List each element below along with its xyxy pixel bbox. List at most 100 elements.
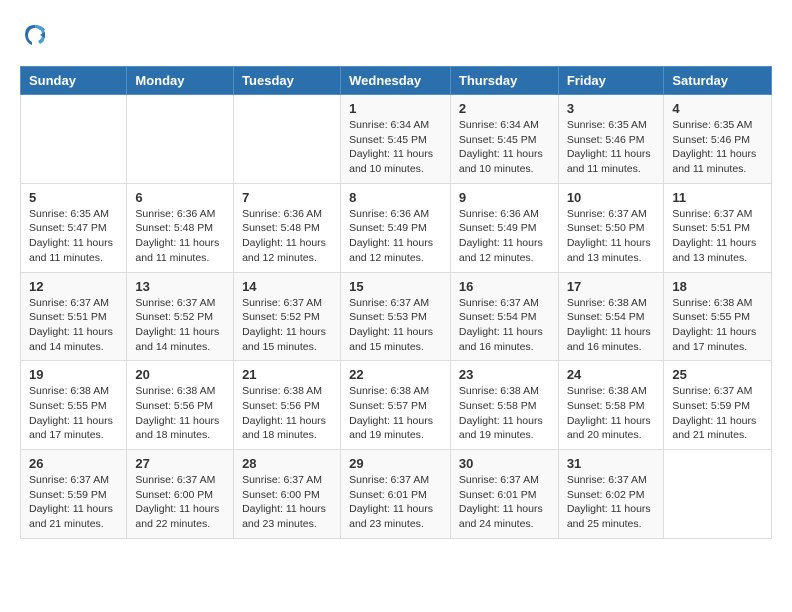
day-number: 27 bbox=[135, 456, 225, 471]
day-number: 14 bbox=[242, 279, 332, 294]
day-number: 13 bbox=[135, 279, 225, 294]
calendar-cell: 20 Sunrise: 6:38 AM Sunset: 5:56 PM Dayli… bbox=[127, 361, 234, 450]
day-number: 6 bbox=[135, 190, 225, 205]
calendar-cell: 4 Sunrise: 6:35 AM Sunset: 5:46 PM Daylig… bbox=[664, 95, 772, 184]
day-number: 28 bbox=[242, 456, 332, 471]
day-number: 10 bbox=[567, 190, 656, 205]
calendar-cell: 25 Sunrise: 6:37 AM Sunset: 5:59 PM Dayli… bbox=[664, 361, 772, 450]
calendar-cell: 1 Sunrise: 6:34 AM Sunset: 5:45 PM Daylig… bbox=[341, 95, 451, 184]
calendar-cell: 12 Sunrise: 6:37 AM Sunset: 5:51 PM Dayli… bbox=[21, 272, 127, 361]
calendar-cell: 24 Sunrise: 6:38 AM Sunset: 5:58 PM Dayli… bbox=[558, 361, 664, 450]
weekday-header-thursday: Thursday bbox=[450, 67, 558, 95]
calendar-cell: 30Sunrise: 6:37 AM Sunset: 6:01 PM Dayli… bbox=[450, 450, 558, 539]
weekday-header-tuesday: Tuesday bbox=[234, 67, 341, 95]
day-number: 4 bbox=[672, 101, 763, 116]
day-number: 30 bbox=[459, 456, 550, 471]
day-number: 2 bbox=[459, 101, 550, 116]
calendar-cell: 18Sunrise: 6:38 AM Sunset: 5:55 PM Dayli… bbox=[664, 272, 772, 361]
calendar-cell: 22 Sunrise: 6:38 AM Sunset: 5:57 PM Dayli… bbox=[341, 361, 451, 450]
day-number: 8 bbox=[349, 190, 442, 205]
logo-icon bbox=[20, 20, 50, 50]
day-info: Sunrise: 6:35 AM Sunset: 5:46 PM Dayligh… bbox=[567, 118, 656, 177]
logo bbox=[20, 20, 54, 50]
calendar-cell: 6 Sunrise: 6:36 AM Sunset: 5:48 PM Daylig… bbox=[127, 183, 234, 272]
day-info: Sunrise: 6:38 AM Sunset: 5:54 PM Dayligh… bbox=[567, 296, 656, 355]
day-number: 16 bbox=[459, 279, 550, 294]
day-number: 22 bbox=[349, 367, 442, 382]
day-info: Sunrise: 6:37 AM Sunset: 6:00 PM Dayligh… bbox=[135, 473, 225, 532]
day-info: Sunrise: 6:36 AM Sunset: 5:48 PM Dayligh… bbox=[135, 207, 225, 266]
day-info: Sunrise: 6:36 AM Sunset: 5:49 PM Dayligh… bbox=[349, 207, 442, 266]
day-info: Sunrise: 6:36 AM Sunset: 5:48 PM Dayligh… bbox=[242, 207, 332, 266]
day-info: Sunrise: 6:35 AM Sunset: 5:46 PM Dayligh… bbox=[672, 118, 763, 177]
day-info: Sunrise: 6:38 AM Sunset: 5:56 PM Dayligh… bbox=[242, 384, 332, 443]
day-number: 15 bbox=[349, 279, 442, 294]
day-info: Sunrise: 6:37 AM Sunset: 5:54 PM Dayligh… bbox=[459, 296, 550, 355]
calendar-cell bbox=[21, 95, 127, 184]
day-info: Sunrise: 6:38 AM Sunset: 5:55 PM Dayligh… bbox=[29, 384, 118, 443]
day-info: Sunrise: 6:37 AM Sunset: 5:50 PM Dayligh… bbox=[567, 207, 656, 266]
day-info: Sunrise: 6:37 AM Sunset: 5:59 PM Dayligh… bbox=[672, 384, 763, 443]
calendar-cell: 26 Sunrise: 6:37 AM Sunset: 5:59 PM Dayli… bbox=[21, 450, 127, 539]
page-header bbox=[20, 20, 772, 50]
calendar-cell: 8 Sunrise: 6:36 AM Sunset: 5:49 PM Daylig… bbox=[341, 183, 451, 272]
calendar-cell: 10 Sunrise: 6:37 AM Sunset: 5:50 PM Dayli… bbox=[558, 183, 664, 272]
day-info: Sunrise: 6:38 AM Sunset: 5:55 PM Dayligh… bbox=[672, 296, 763, 355]
weekday-header-saturday: Saturday bbox=[664, 67, 772, 95]
day-info: Sunrise: 6:37 AM Sunset: 5:52 PM Dayligh… bbox=[135, 296, 225, 355]
day-info: Sunrise: 6:35 AM Sunset: 5:47 PM Dayligh… bbox=[29, 207, 118, 266]
day-info: Sunrise: 6:37 AM Sunset: 6:02 PM Dayligh… bbox=[567, 473, 656, 532]
day-number: 24 bbox=[567, 367, 656, 382]
week-row-4: 26 Sunrise: 6:37 AM Sunset: 5:59 PM Dayli… bbox=[21, 450, 772, 539]
day-info: Sunrise: 6:37 AM Sunset: 5:51 PM Dayligh… bbox=[29, 296, 118, 355]
calendar-cell: 14 Sunrise: 6:37 AM Sunset: 5:52 PM Dayli… bbox=[234, 272, 341, 361]
day-info: Sunrise: 6:38 AM Sunset: 5:58 PM Dayligh… bbox=[567, 384, 656, 443]
day-info: Sunrise: 6:37 AM Sunset: 6:00 PM Dayligh… bbox=[242, 473, 332, 532]
calendar-cell: 17 Sunrise: 6:38 AM Sunset: 5:54 PM Dayli… bbox=[558, 272, 664, 361]
weekday-header-wednesday: Wednesday bbox=[341, 67, 451, 95]
day-number: 3 bbox=[567, 101, 656, 116]
calendar: SundayMondayTuesdayWednesdayThursdayFrid… bbox=[20, 66, 772, 539]
day-info: Sunrise: 6:38 AM Sunset: 5:57 PM Dayligh… bbox=[349, 384, 442, 443]
day-info: Sunrise: 6:34 AM Sunset: 5:45 PM Dayligh… bbox=[459, 118, 550, 177]
day-info: Sunrise: 6:37 AM Sunset: 5:59 PM Dayligh… bbox=[29, 473, 118, 532]
calendar-cell: 29Sunrise: 6:37 AM Sunset: 6:01 PM Dayli… bbox=[341, 450, 451, 539]
day-number: 12 bbox=[29, 279, 118, 294]
day-info: Sunrise: 6:38 AM Sunset: 5:58 PM Dayligh… bbox=[459, 384, 550, 443]
day-number: 21 bbox=[242, 367, 332, 382]
week-row-0: 1 Sunrise: 6:34 AM Sunset: 5:45 PM Daylig… bbox=[21, 95, 772, 184]
calendar-cell: 16 Sunrise: 6:37 AM Sunset: 5:54 PM Dayli… bbox=[450, 272, 558, 361]
calendar-cell: 28 Sunrise: 6:37 AM Sunset: 6:00 PM Dayli… bbox=[234, 450, 341, 539]
day-number: 7 bbox=[242, 190, 332, 205]
day-info: Sunrise: 6:34 AM Sunset: 5:45 PM Dayligh… bbox=[349, 118, 442, 177]
calendar-cell: 23Sunrise: 6:38 AM Sunset: 5:58 PM Dayli… bbox=[450, 361, 558, 450]
day-info: Sunrise: 6:37 AM Sunset: 6:01 PM Dayligh… bbox=[349, 473, 442, 532]
calendar-cell: 31Sunrise: 6:37 AM Sunset: 6:02 PM Dayli… bbox=[558, 450, 664, 539]
day-number: 25 bbox=[672, 367, 763, 382]
day-number: 20 bbox=[135, 367, 225, 382]
calendar-cell: 7 Sunrise: 6:36 AM Sunset: 5:48 PM Daylig… bbox=[234, 183, 341, 272]
calendar-cell: 11Sunrise: 6:37 AM Sunset: 5:51 PM Dayli… bbox=[664, 183, 772, 272]
day-number: 11 bbox=[672, 190, 763, 205]
calendar-cell: 19 Sunrise: 6:38 AM Sunset: 5:55 PM Dayli… bbox=[21, 361, 127, 450]
day-number: 1 bbox=[349, 101, 442, 116]
calendar-cell: 9 Sunrise: 6:36 AM Sunset: 5:49 PM Daylig… bbox=[450, 183, 558, 272]
day-number: 17 bbox=[567, 279, 656, 294]
day-info: Sunrise: 6:37 AM Sunset: 5:53 PM Dayligh… bbox=[349, 296, 442, 355]
day-number: 5 bbox=[29, 190, 118, 205]
day-number: 19 bbox=[29, 367, 118, 382]
calendar-cell: 27 Sunrise: 6:37 AM Sunset: 6:00 PM Dayli… bbox=[127, 450, 234, 539]
calendar-cell bbox=[234, 95, 341, 184]
calendar-header: SundayMondayTuesdayWednesdayThursdayFrid… bbox=[21, 67, 772, 95]
day-info: Sunrise: 6:37 AM Sunset: 5:52 PM Dayligh… bbox=[242, 296, 332, 355]
calendar-cell bbox=[664, 450, 772, 539]
day-number: 26 bbox=[29, 456, 118, 471]
day-info: Sunrise: 6:36 AM Sunset: 5:49 PM Dayligh… bbox=[459, 207, 550, 266]
week-row-3: 19 Sunrise: 6:38 AM Sunset: 5:55 PM Dayli… bbox=[21, 361, 772, 450]
calendar-cell: 5 Sunrise: 6:35 AM Sunset: 5:47 PM Daylig… bbox=[21, 183, 127, 272]
day-number: 9 bbox=[459, 190, 550, 205]
day-info: Sunrise: 6:38 AM Sunset: 5:56 PM Dayligh… bbox=[135, 384, 225, 443]
week-row-1: 5 Sunrise: 6:35 AM Sunset: 5:47 PM Daylig… bbox=[21, 183, 772, 272]
calendar-cell bbox=[127, 95, 234, 184]
calendar-cell: 21 Sunrise: 6:38 AM Sunset: 5:56 PM Dayli… bbox=[234, 361, 341, 450]
